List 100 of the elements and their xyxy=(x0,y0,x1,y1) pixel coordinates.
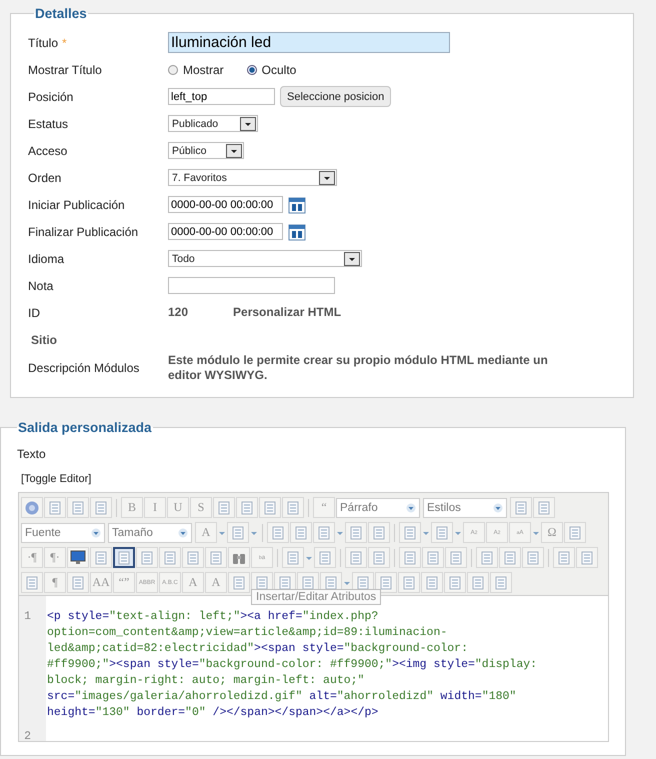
lines-icon xyxy=(163,550,177,564)
toolbar-dropdown[interactable]: Fuente xyxy=(21,522,105,542)
lines-icon xyxy=(514,500,528,514)
text-field[interactable] xyxy=(168,277,335,294)
lines-icon xyxy=(286,500,300,514)
section-title: Salida personalizada xyxy=(17,420,153,435)
toolbar-button[interactable]: U xyxy=(167,497,189,518)
caret-icon xyxy=(493,502,503,512)
lines-icon xyxy=(526,550,540,564)
select-position-button[interactable]: Seleccione posicion xyxy=(280,86,392,107)
toolbar-button[interactable]: “ xyxy=(313,497,335,518)
lines-icon xyxy=(557,550,571,564)
toolbar-button[interactable]: ·¶ xyxy=(21,547,43,568)
lines-icon xyxy=(403,526,417,540)
text-field[interactable]: left_top xyxy=(168,88,275,105)
field-value: Este módulo le permite crear su propio módulo HTML mediante un editor WYSIWYG. xyxy=(168,353,549,383)
lines-icon xyxy=(25,576,39,590)
lines-icon xyxy=(426,550,440,564)
field-value: 120 xyxy=(168,305,188,320)
lines-icon xyxy=(94,550,108,564)
lines-icon xyxy=(403,550,417,564)
field-label: Título xyxy=(28,36,58,50)
caret-icon xyxy=(91,528,101,538)
toolbar-button[interactable]: B xyxy=(121,497,143,518)
radio-button[interactable] xyxy=(168,64,178,74)
field-label: Descripción Módulos xyxy=(28,361,140,375)
toolbar-button[interactable]: A xyxy=(182,572,204,593)
lines-icon xyxy=(286,550,300,564)
lines-icon xyxy=(294,526,308,540)
code-line: <p style="text-align: left;"><a href="index.php?option=com_content&amp;view=article&amp;id=89:iluminacion-led&amp;catid=82:electricidad"><span style="background-color: #ff9900;"><span style="background-color: #ff9900;"><img style="display: block; margin-right: auto; margin-left: auto;" src="images/galeria/ahorroledizd.gif" alt="ahorroledizd" width="180" height="130" border="0" /></span></span></a></p> xyxy=(47,609,538,721)
dropdown[interactable]: Todo xyxy=(168,250,362,267)
lines-icon xyxy=(117,550,131,564)
toolbar-button[interactable]: I xyxy=(144,497,166,518)
help-icon xyxy=(25,500,39,514)
lines-icon xyxy=(425,576,439,590)
lines-icon xyxy=(186,550,200,564)
line-number: 1 xyxy=(23,609,32,625)
lines-icon xyxy=(140,550,154,564)
field-label: Iniciar Publicación xyxy=(28,198,125,212)
lines-icon xyxy=(217,500,231,514)
toolbar-dropdown[interactable]: Tamaño xyxy=(108,522,192,542)
line-number: 2 xyxy=(23,729,32,745)
toolbar-button[interactable]: S xyxy=(190,497,212,518)
toolbar-button[interactable] xyxy=(113,547,135,568)
radio-button[interactable] xyxy=(246,64,257,74)
field-label: Idioma xyxy=(28,252,64,266)
toolbar-button[interactable]: “” xyxy=(113,572,135,593)
required-mark: * xyxy=(62,36,67,50)
toggle-editor-link[interactable]: [Toggle Editor] xyxy=(21,473,92,485)
field-value: Personalizar HTML xyxy=(233,305,342,320)
lines-icon xyxy=(568,526,582,540)
toolbar-button[interactable]: ¶ xyxy=(44,572,66,593)
lines-icon xyxy=(232,576,246,590)
lines-icon xyxy=(356,576,370,590)
field-label: Nota xyxy=(28,278,54,292)
lines-icon xyxy=(278,576,292,590)
toolbar-button[interactable]: A xyxy=(205,572,227,593)
calendar-icon[interactable] xyxy=(288,222,306,240)
monitor-icon xyxy=(70,550,86,565)
field-label: Posición xyxy=(28,90,74,104)
lines-icon xyxy=(448,576,462,590)
field-label: Finalizar Publicación xyxy=(28,224,138,238)
tooltip: Insertar/Editar Atributos xyxy=(251,589,382,605)
field-label: Acceso xyxy=(28,144,68,158)
radio-label: Oculto xyxy=(262,62,296,76)
lines-icon xyxy=(402,576,416,590)
toolbar-button[interactable]: ¶· xyxy=(44,547,66,568)
caret-icon xyxy=(178,528,188,538)
field-label: Estatus xyxy=(28,116,68,130)
field-label: Mostrar Título xyxy=(28,62,102,76)
toolbar-button[interactable]: AA xyxy=(90,572,112,593)
radio-label: Mostrar xyxy=(183,62,224,76)
dropdown[interactable]: 7. Favoritos xyxy=(168,169,337,186)
lines-icon xyxy=(379,576,393,590)
lines-icon xyxy=(71,500,85,514)
calendar-icon[interactable] xyxy=(288,196,306,214)
lines-icon xyxy=(71,576,85,590)
lines-icon xyxy=(372,550,386,564)
field-label: Texto xyxy=(17,447,47,461)
lines-icon xyxy=(537,500,551,514)
text-field[interactable]: Iluminación led xyxy=(168,32,450,53)
lines-icon xyxy=(301,576,315,590)
toolbar-dropdown[interactable]: Estilos xyxy=(423,498,507,518)
lines-icon xyxy=(255,576,269,590)
toolbar-button[interactable]: A xyxy=(195,522,217,543)
dropdown[interactable]: Público xyxy=(168,142,244,159)
date-field[interactable]: 0000-00-00 00:00:00 xyxy=(168,196,283,213)
dropdown[interactable]: Publicado xyxy=(168,115,258,132)
toolbar-button[interactable]: Ω xyxy=(541,522,563,543)
lines-icon xyxy=(263,500,277,514)
toolbar-dropdown[interactable]: Párrafo xyxy=(336,498,420,518)
section-title: Detalles xyxy=(34,6,88,21)
lines-icon xyxy=(480,550,494,564)
caret-icon xyxy=(406,502,416,512)
lines-icon xyxy=(349,550,363,564)
field-label: ID xyxy=(28,306,40,320)
lines-icon xyxy=(271,526,285,540)
date-field[interactable]: 0000-00-00 00:00:00 xyxy=(168,223,283,240)
field-label: Orden xyxy=(28,170,62,184)
lines-icon xyxy=(324,576,338,590)
